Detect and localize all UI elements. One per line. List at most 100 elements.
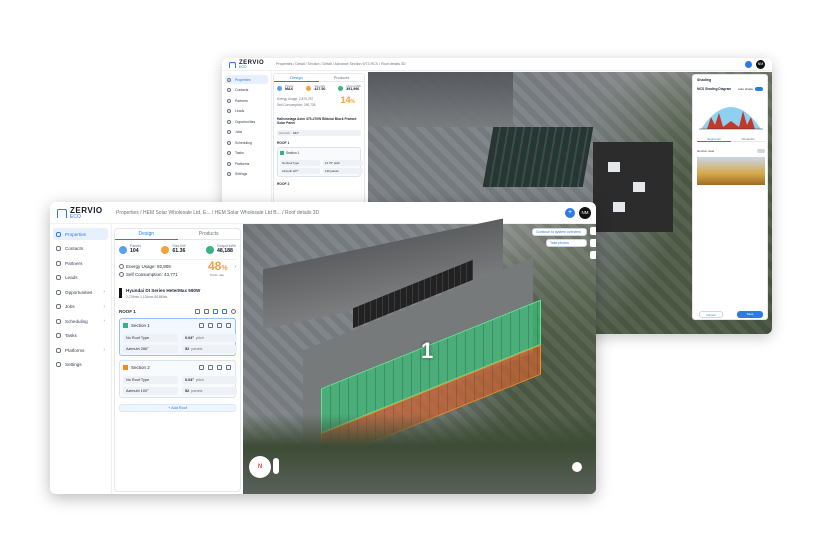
add-icon[interactable]: [745, 61, 752, 68]
panels-field[interactable]: 52 panels: [182, 344, 237, 353]
copy-icon[interactable]: [217, 364, 222, 370]
save-button[interactable]: Save: [737, 311, 763, 318]
tree-icon[interactable]: [208, 322, 213, 328]
roof-type[interactable]: No Roof Type: [280, 159, 320, 166]
sidebar-item-tasks[interactable]: Tasks: [53, 330, 108, 342]
logo[interactable]: ZERVIO ECO: [57, 207, 103, 220]
fullscreen-icon[interactable]: [590, 227, 596, 235]
zoom-control[interactable]: [273, 458, 279, 474]
pitch-unit: pitch: [195, 377, 204, 382]
roof-type-field[interactable]: No Roof Type: [123, 333, 178, 342]
product-card[interactable]: Hyundai DI Series HeterMax 590W 2,278mm …: [119, 288, 236, 299]
roof-number-label: 1: [421, 338, 434, 363]
section-card[interactable]: Section 2 No Roof Type 0.04° pitch Azimuth 1…: [119, 359, 237, 398]
sidebar-item-leads[interactable]: Leads: [225, 107, 268, 116]
section-name: Section 2: [131, 364, 150, 370]
auto-shade-toggle[interactable]: Auto shade: [738, 87, 763, 91]
azimuth-field[interactable]: Azimuth 100°: [123, 386, 178, 395]
back-section-1[interactable]: Section 1 No Roof Type 12.75° pitch Azim…: [277, 146, 363, 177]
sidebar-item-contacts[interactable]: Contacts: [53, 243, 108, 255]
compass-icon[interactable]: N: [249, 456, 271, 478]
eye-icon[interactable]: [199, 364, 204, 370]
panels[interactable]: 149 panels: [323, 167, 363, 174]
sidebar-item-jobs[interactable]: Jobs: [225, 128, 268, 137]
layers-icon[interactable]: [590, 251, 596, 259]
sidebar-item-properties[interactable]: Properties: [53, 228, 108, 240]
avatar[interactable]: NM: [756, 60, 765, 69]
sidebar-item-partners[interactable]: Partners: [225, 96, 268, 105]
add-icon[interactable]: +: [565, 208, 575, 218]
copy-icon[interactable]: [222, 308, 227, 314]
sidebar-item-settings[interactable]: Settings: [225, 170, 268, 179]
add-roof-button[interactable]: + Add Roof: [119, 403, 236, 412]
roof-2-label: ROOF 2: [277, 181, 290, 186]
solar-array: [482, 127, 594, 187]
azimuth-field[interactable]: Azimuth 184°: [277, 129, 361, 136]
tab-obstacles[interactable]: Obstacles: [731, 137, 765, 142]
tab-design[interactable]: Design: [274, 74, 319, 82]
sun-path-chart: [699, 107, 763, 130]
sidebar-item-leads[interactable]: Leads: [53, 272, 108, 284]
cancel-button[interactable]: Cancel: [699, 311, 723, 318]
copy-icon[interactable]: [217, 322, 222, 328]
sidebar-item-partners[interactable]: Partners: [53, 257, 108, 269]
chevron-down-icon[interactable]: [231, 308, 236, 314]
camera-icon[interactable]: [590, 239, 596, 247]
stat-size-kw: Size kW 61.36: [161, 244, 186, 255]
locate-icon[interactable]: [572, 462, 582, 472]
sidebar-item-platforms[interactable]: Platforms ›: [53, 344, 108, 356]
panels-field[interactable]: 52 panels: [182, 386, 237, 395]
roof-type-field[interactable]: No Roof Type: [123, 375, 178, 384]
sidebar-item-jobs[interactable]: Jobs ›: [53, 301, 108, 313]
tab-products[interactable]: Products: [177, 229, 240, 240]
consumption-icon: [119, 271, 124, 277]
scheduling-icon: [227, 140, 231, 145]
sidebar-item-label: Tasks: [65, 333, 77, 338]
skylight: [633, 182, 645, 192]
avatar[interactable]: NM: [579, 207, 591, 219]
horizon-toggle[interactable]: [757, 149, 765, 153]
gear-icon: [56, 362, 61, 367]
chevron-right-icon[interactable]: ›: [234, 264, 236, 270]
sidebar-item-platforms[interactable]: Platforms: [225, 159, 268, 168]
delete-icon[interactable]: [226, 322, 231, 328]
sidebar-item-label: Jobs: [235, 130, 243, 134]
sidebar-item-opportunities[interactable]: Opportunities: [225, 117, 268, 126]
sidebar-item-contacts[interactable]: Contacts: [225, 86, 268, 95]
product-name[interactable]: Hallsmelaga Asim 475-470W Bifacial Black…: [277, 117, 361, 126]
sidebar-item-label: Platforms: [65, 347, 85, 353]
sidebar-item-scheduling[interactable]: Scheduling: [225, 138, 268, 147]
tab-segments[interactable]: Segments: [697, 137, 731, 142]
tree-icon[interactable]: [208, 364, 213, 370]
back-logo[interactable]: ZERVIO ECO: [229, 60, 264, 70]
tab-products[interactable]: Products: [319, 74, 364, 82]
ground-foliage: [243, 414, 596, 494]
sidebar-item-opportunities[interactable]: Opportunities ›: [53, 286, 108, 298]
section-name: Section 1: [286, 150, 300, 155]
azimuth[interactable]: Azimuth 227°: [280, 167, 320, 174]
breadcrumb[interactable]: Properties / HEM Solar Wholesale Ltd, E.…: [116, 210, 319, 216]
tree-icon[interactable]: [204, 308, 209, 314]
edit-icon[interactable]: [213, 308, 218, 314]
azimuth-field[interactable]: Azimuth 286°: [123, 344, 178, 353]
sidebar-item-settings[interactable]: Settings: [53, 359, 108, 371]
pitch[interactable]: 12.75° pitch: [323, 159, 363, 166]
roof-label: ROOF 1: [119, 308, 136, 314]
shading-tabs: Segments Obstacles: [697, 137, 765, 142]
section-card[interactable]: Section 1 No Roof Type 0.04° pitch Azimuth 2…: [119, 317, 237, 356]
pitch-field[interactable]: 0.04° pitch: [182, 375, 237, 384]
pitch-field[interactable]: 0.04° pitch: [182, 333, 237, 342]
delete-icon[interactable]: [226, 364, 231, 370]
take-photos-button[interactable]: Take photos: [546, 239, 587, 247]
sidebar-item-properties[interactable]: Properties: [225, 75, 268, 84]
sidebar-item-tasks[interactable]: Tasks: [225, 149, 268, 158]
tab-design[interactable]: Design: [115, 229, 178, 240]
shading-panel: Shading MCS Shading Diagram Auto shade S…: [692, 74, 768, 320]
map-3d-view[interactable]: 1 Continue to system overview Take photo…: [243, 218, 596, 494]
continue-overview-button[interactable]: Continue to system overview: [532, 228, 587, 236]
eye-icon[interactable]: [195, 308, 200, 314]
product-specs: 2,278mm 1,134mm 58.85Wa: [126, 294, 167, 299]
eye-icon[interactable]: [199, 322, 204, 328]
sidebar-item-scheduling[interactable]: Scheduling ›: [53, 315, 108, 327]
breadcrumb[interactable]: Properties / Detail / Section / Detail /…: [276, 62, 406, 66]
